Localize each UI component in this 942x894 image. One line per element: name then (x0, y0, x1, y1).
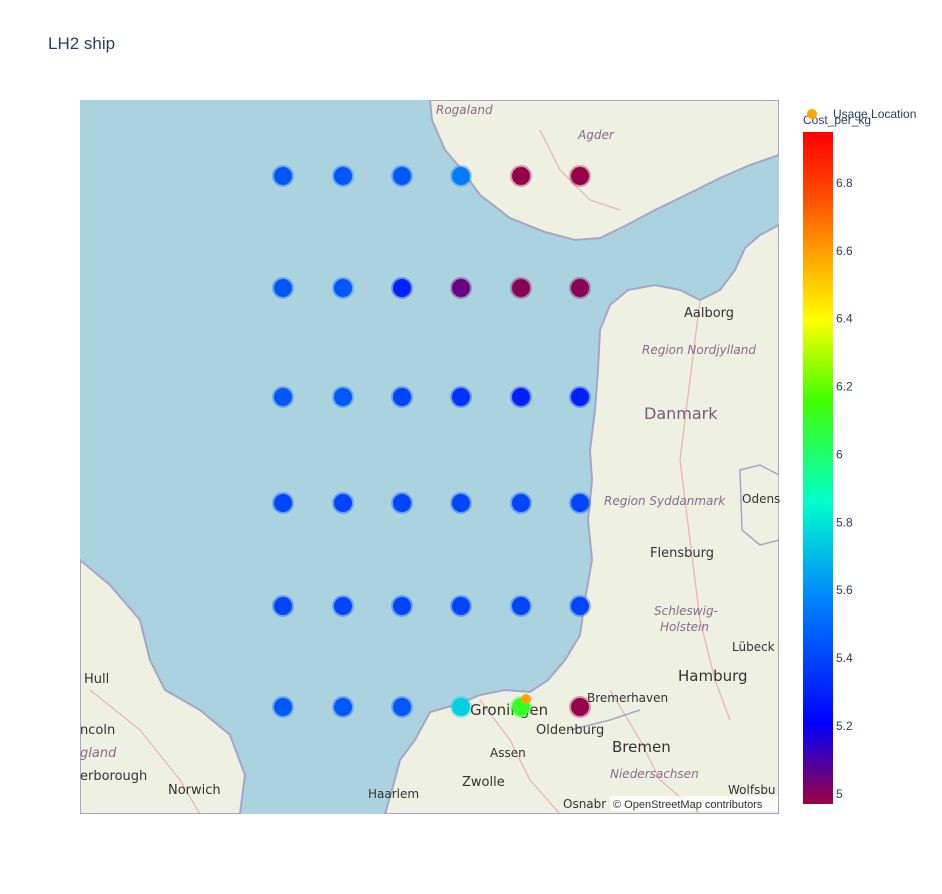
data-point[interactable] (450, 277, 472, 299)
colorbar (803, 132, 833, 804)
legend-label-usage-location: Usage Location (833, 107, 916, 121)
map-label: Holstein (660, 620, 709, 634)
map-label: Agder (577, 128, 615, 142)
colorbar-tick-label: 5.2 (836, 719, 853, 733)
data-point[interactable] (510, 595, 532, 617)
data-point[interactable] (272, 165, 294, 187)
data-point[interactable] (272, 386, 294, 408)
map-label: Aalborg (684, 306, 734, 321)
map-label: Zwolle (462, 775, 505, 790)
colorbar-tick-label: 6.2 (836, 380, 853, 394)
data-point[interactable] (510, 492, 532, 514)
colorbar-tick-label: 6.6 (836, 244, 853, 258)
map-label: Odens (742, 492, 780, 506)
data-point[interactable] (569, 386, 591, 408)
data-point[interactable] (569, 696, 591, 718)
data-point[interactable] (569, 277, 591, 299)
colorbar-ticks: 5 5.2 5.4 5.6 5.8 6 6.2 6.4 6.6 6.8 (836, 176, 853, 801)
map-label: Bremerhaven (587, 691, 668, 705)
map-label: erborough (80, 769, 147, 784)
data-point[interactable] (272, 696, 294, 718)
map-label: Norwich (168, 783, 221, 798)
map-label: Schleswig- (654, 604, 718, 618)
usage-location-point[interactable] (521, 694, 531, 704)
map-label: Haarlem (368, 787, 419, 801)
data-point[interactable] (272, 277, 294, 299)
map-label: Rogaland (436, 103, 493, 117)
map-label: Region Nordjylland (642, 343, 756, 357)
data-point[interactable] (450, 696, 472, 718)
map-label: Niedersachsen (610, 767, 699, 781)
chart-svg: Rogaland Agder Aalborg Region Nordjyllan… (80, 100, 916, 814)
colorbar-tick-label: 6.4 (836, 312, 853, 326)
data-point[interactable] (569, 492, 591, 514)
map-label: Danmark (644, 404, 718, 423)
map-attribution[interactable]: © OpenStreetMap contributors (613, 799, 763, 811)
map-label: Groningen (470, 701, 548, 719)
data-point[interactable] (332, 696, 354, 718)
data-point[interactable] (450, 386, 472, 408)
data-point[interactable] (332, 165, 354, 187)
legend-marker-usage-location (807, 109, 817, 119)
data-point[interactable] (272, 492, 294, 514)
map-label: Hamburg (678, 667, 748, 685)
data-point[interactable] (332, 595, 354, 617)
colorbar-tick-label: 5.6 (836, 583, 853, 597)
data-point[interactable] (391, 165, 413, 187)
map-label: Flensburg (650, 546, 714, 561)
data-point[interactable] (391, 492, 413, 514)
data-point[interactable] (332, 492, 354, 514)
map-label: Region Syddanmark (604, 494, 726, 508)
data-point[interactable] (569, 595, 591, 617)
map-label: Lübeck (732, 640, 775, 654)
data-point[interactable] (332, 386, 354, 408)
map-label: Bremen (612, 738, 671, 756)
colorbar-tick-label: 6.8 (836, 176, 853, 190)
map-label: gland (80, 746, 117, 761)
colorbar-tick-label: 5 (836, 787, 843, 801)
data-point[interactable] (510, 277, 532, 299)
map-area[interactable] (80, 100, 779, 814)
data-point[interactable] (450, 492, 472, 514)
data-point[interactable] (450, 165, 472, 187)
data-point[interactable] (391, 277, 413, 299)
data-point[interactable] (569, 165, 591, 187)
map-label: Assen (490, 746, 526, 760)
data-point[interactable] (450, 595, 472, 617)
map-label: Oldenburg (536, 723, 604, 738)
data-point[interactable] (510, 386, 532, 408)
data-point[interactable] (391, 595, 413, 617)
map-label: Wolfsbu (728, 783, 776, 797)
colorbar-tick-label: 5.4 (836, 651, 853, 665)
map-label: Hull (84, 672, 109, 687)
map-label: ncoln (80, 723, 115, 738)
data-point[interactable] (391, 696, 413, 718)
data-point[interactable] (272, 595, 294, 617)
colorbar-tick-label: 6 (836, 447, 843, 461)
data-point[interactable] (332, 277, 354, 299)
map-label: Osnabr (563, 797, 606, 811)
colorbar-tick-label: 5.8 (836, 515, 853, 529)
data-point[interactable] (391, 386, 413, 408)
data-point[interactable] (510, 165, 532, 187)
